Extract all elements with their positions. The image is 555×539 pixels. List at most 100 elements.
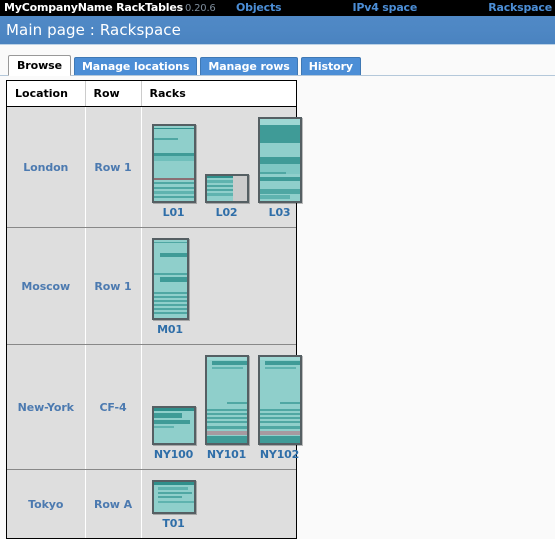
rack-thumbnail-ny101[interactable]: NY101 [204,355,249,461]
rack-unit-band [157,492,192,494]
rack-unit-band [259,413,300,415]
rackspace-table-container: Location Row Racks London Row 1 L01 L02 L03 M… [6,80,302,539]
rack-unit-band [157,487,188,490]
rack-unit-band [259,421,300,423]
rack-unit-band [157,496,182,498]
rack-unit-band [264,361,300,365]
page-root: MyCompanyName RackTables 0.20.6 Objects I… [0,0,555,539]
cell-racks: M01 [141,227,297,345]
row-link[interactable]: Row 1 [86,161,141,174]
rack-unit-band [206,431,247,435]
rack-label: NY100 [153,448,194,461]
rack-thumbnail-ny102[interactable]: NY102 [257,355,302,461]
rack-unit-band [211,367,243,369]
brand-name: MyCompanyName RackTables [4,1,183,14]
nav-link-objects[interactable]: Objects [236,1,282,14]
rack-unit-band [264,367,296,369]
rack-diagram [151,480,196,514]
rack-unit-band [153,182,194,184]
rack-thumbnail-ny100[interactable]: NY100 [151,406,196,461]
nav-link-rackspace[interactable]: Rackspace [488,1,552,14]
column-header-location: Location [7,81,86,107]
rack-diagram [204,355,249,445]
table-body: London Row 1 L01 L02 L03 Moscow Row 1 M01 New-Yo… [7,106,302,538]
rack-unit-band [153,420,190,424]
cell-row: Row 1 [85,227,142,345]
rack-unit-band [259,157,300,164]
rack-unit-band [206,436,247,443]
rack-unit-band [157,501,194,503]
rack-unit-band [153,312,187,314]
rack-unit-band [153,242,187,243]
table-row: Moscow Row 1 M01 [7,227,297,345]
rack-unit-band [259,125,300,143]
rack-unit-band [153,304,187,306]
rack-diagram [204,174,249,203]
rack-label: T01 [162,517,185,530]
row-link[interactable]: CF-4 [86,401,141,414]
rack-thumbnail-t01[interactable]: T01 [151,480,196,530]
rack-unit-band [259,181,300,189]
app-brand: MyCompanyName RackTables 0.20.6 [4,1,216,14]
top-nav-links: Objects IPv4 space Rackspace [236,1,552,14]
rack-label: M01 [157,323,183,336]
tab-browse[interactable]: Browse [8,55,71,76]
rack-label: NY101 [206,448,247,461]
rack-unit-band [206,421,247,423]
tab-strip: Browse Manage locations Manage rows Hist… [0,52,555,76]
rack-unit-band [226,402,247,404]
location-link[interactable]: London [7,161,85,174]
rack-unit-band [153,138,178,140]
cell-racks: T01 [141,469,296,538]
rack-unit-band [206,189,233,191]
cell-location: New-York [7,344,86,470]
rack-unit-band [153,273,187,275]
rack-unit-band [206,417,247,419]
row-link[interactable]: Row A [86,498,141,511]
page-title: Main page : Rackspace [6,21,181,39]
rack-unit-band [153,408,194,411]
location-link[interactable]: Moscow [7,280,85,293]
rack-unit-band [153,128,194,129]
rack-unit-band [153,196,194,198]
location-link[interactable]: Tokyo [7,498,85,511]
tab-manage-locations[interactable]: Manage locations [73,57,198,75]
rack-unit-band [259,357,300,360]
cell-racks: L01 L02 L03 [141,106,302,228]
cell-location: London [7,106,86,228]
rack-unit-band [232,176,247,201]
cell-racks: NY100 NY101 NY102 [141,344,302,470]
row-link[interactable]: Row 1 [86,280,141,293]
rack-thumbnail-m01[interactable]: M01 [151,238,189,336]
rack-unit-band [259,195,290,199]
rack-unit-band [153,413,182,418]
table-header-row: Location Row Racks [7,81,296,107]
app-version: 0.20.6 [184,3,216,14]
rack-unit-band [153,308,187,310]
rack-unit-band [206,426,247,429]
top-navigation-bar: MyCompanyName RackTables 0.20.6 Objects I… [0,0,555,16]
rack-label: L02 [215,206,238,219]
cell-row: Row A [85,469,142,538]
table-row: Tokyo Row A T01 [7,469,296,538]
rack-unit-band [259,189,300,194]
rack-unit-band [153,482,194,485]
rack-thumbnail-l01[interactable]: L01 [151,124,196,219]
rack-thumbnail-l02[interactable]: L02 [204,174,249,219]
column-header-racks: Racks [141,81,296,107]
cell-row: CF-4 [85,344,142,470]
tab-manage-rows[interactable]: Manage rows [200,57,298,75]
rack-thumbnail-l03[interactable]: L03 [257,117,302,219]
rack-thumbnail-list: M01 [142,228,297,344]
cell-row: Row 1 [85,106,142,228]
location-link[interactable]: New-York [7,401,85,414]
rack-diagram [257,355,302,445]
rack-unit-band [279,402,300,404]
rack-label: NY102 [259,448,300,461]
rack-diagram [151,406,196,445]
rack-unit-band [153,292,187,294]
rack-unit-band [259,436,300,443]
rack-unit-band [206,357,247,360]
tab-history[interactable]: History [300,57,362,75]
nav-link-ipv4-space[interactable]: IPv4 space [352,1,417,14]
